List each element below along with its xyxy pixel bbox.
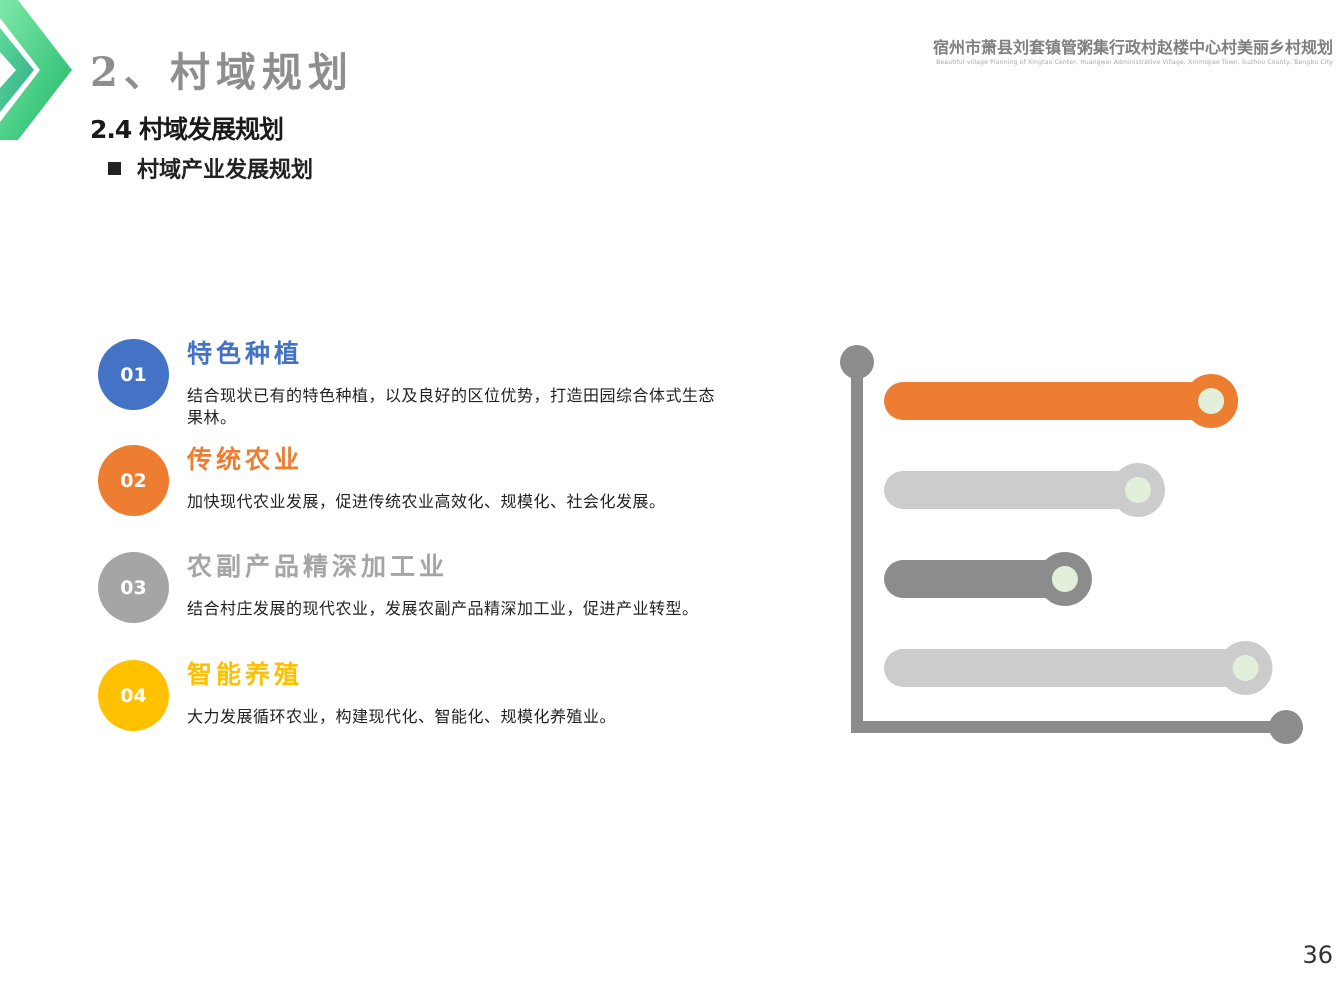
bar-knob-dot-1 <box>1198 388 1225 414</box>
number-badge-03: 03 <box>98 552 169 623</box>
sub-heading: 2.4 村域发展规划 <box>90 115 284 144</box>
x-axis-end-knob <box>1269 710 1303 744</box>
item-description-03: 结合村庄发展的现代农业，发展农副产品精深加工业，促进产业转型。 <box>187 599 699 618</box>
y-axis-end-knob <box>840 345 874 379</box>
item-description-01: 结合现状已有的特色种植，以及良好的区位优势，打造田园综合体式生态果林。 <box>187 386 716 427</box>
item-title-01: 特色种植 <box>187 339 304 368</box>
square-bullet-icon <box>108 161 121 175</box>
item-description-04: 大力发展循环农业，构建现代化、智能化、规模化养殖业。 <box>187 707 617 726</box>
project-title: 宿州市萧县刘套镇管粥集行政村赵楼中心村美丽乡村规划 <box>932 38 1333 57</box>
number-badge-04: 04 <box>98 660 169 731</box>
progress-bar-chart <box>840 345 1303 744</box>
bullet-heading: 村域产业发展规划 <box>108 152 313 184</box>
bar-2 <box>884 471 1142 509</box>
bar-knob-dot-3 <box>1051 566 1078 592</box>
item-description-02: 加快现代农业发展，促进传统农业高效化、规模化、社会化发展。 <box>187 492 666 511</box>
number-badge-01: 01 <box>98 339 169 410</box>
page-number: 36 <box>1302 941 1333 969</box>
bar-1 <box>884 382 1216 420</box>
project-subtitle: Beautiful village Planning of Xingtao Ce… <box>936 59 1333 66</box>
bar-4 <box>884 649 1250 687</box>
bar-knob-dot-4 <box>1232 655 1259 681</box>
bullet-heading-text: 村域产业发展规划 <box>137 158 314 183</box>
item-title-03: 农副产品精深加工业 <box>187 552 449 581</box>
section-title: 2、村域规划 <box>90 49 354 96</box>
chevron-logo-icon <box>0 0 72 140</box>
item-title-04: 智能养殖 <box>187 660 304 689</box>
item-title-02: 传统农业 <box>187 445 304 474</box>
number-badge-02: 02 <box>98 445 169 516</box>
bar-knob-dot-2 <box>1125 477 1151 503</box>
